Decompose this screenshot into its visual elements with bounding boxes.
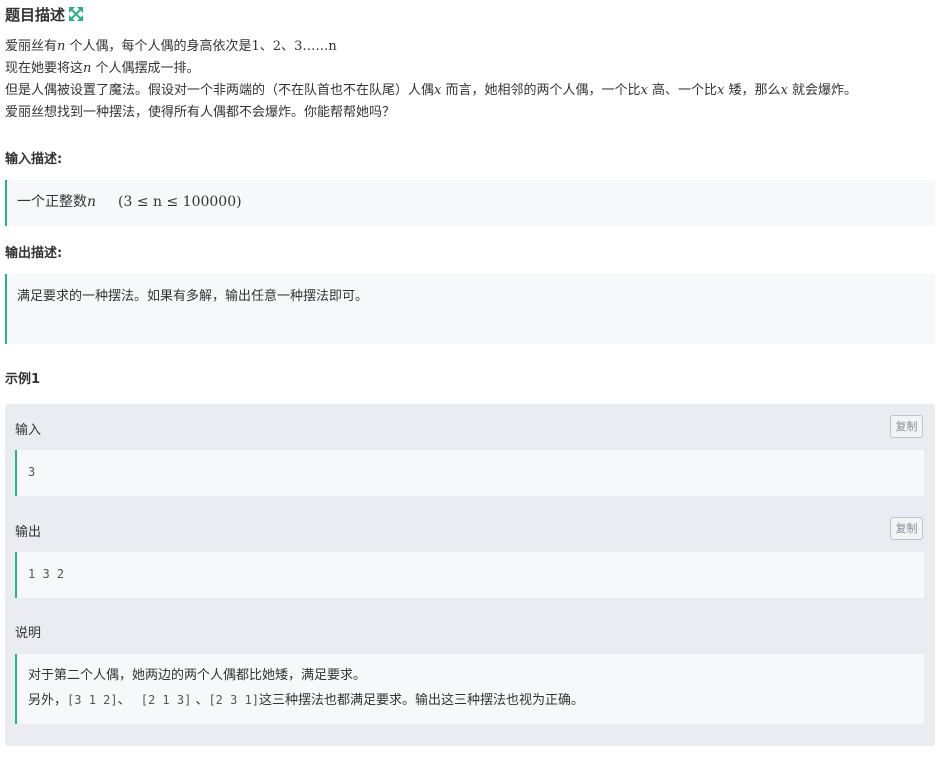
example-note-line-2: 另外，[3 1 2]、 [2 1 3] 、[2 3 1]这三种摆法也都满足要求。…	[28, 693, 585, 708]
example-block: 输入 复制 3 输出 复制 1 3 2 说明 对于第二个人偶，她两边的两个人偶都…	[5, 404, 935, 746]
example-input-value: 3	[28, 465, 36, 479]
example-note-line-1: 对于第二个人偶，她两边的两个人偶都比她矮，满足要求。	[28, 668, 367, 683]
example-output-label: 输出	[15, 525, 42, 540]
example-output-box: 1 3 2	[15, 552, 924, 598]
input-description-text: 一个正整数	[17, 194, 87, 210]
example-note-box: 对于第二个人偶，她两边的两个人偶都比她矮，满足要求。 另外，[3 1 2]、 […	[15, 654, 924, 724]
input-constraint: (3 ≤ n ≤ 100000)	[118, 194, 242, 210]
output-description-text: 满足要求的一种摆法。如果有多解，输出任意一种摆法即可。	[17, 289, 369, 304]
output-description-box: 满足要求的一种摆法。如果有多解，输出任意一种摆法即可。	[5, 274, 935, 344]
example-note-label: 说明	[15, 626, 42, 641]
input-description-box: 一个正整数n (3 ≤ n ≤ 100000)	[5, 180, 935, 226]
example-input-box: 3	[15, 450, 924, 496]
description-line-4: 爱丽丝想找到一种摆法，使得所有人偶都不会爆炸。你能帮帮她吗？	[5, 105, 396, 120]
example-title: 示例1	[5, 372, 41, 387]
description-line-2: 现在她要将这n 个人偶摆成一排。	[5, 61, 200, 76]
problem-header: 题目描述	[5, 4, 84, 24]
description-line-3: 但是人偶被设置了魔法。假设对一个非两端的（不在队首也不在队尾）人偶x 而言，她相…	[5, 83, 857, 98]
copy-input-button[interactable]: 复制	[890, 415, 923, 438]
output-section-label: 输出描述:	[5, 246, 63, 261]
problem-description: 爱丽丝有n 个人偶，每个人偶的身高依次是1、2、3……n 现在她要将这n 个人偶…	[5, 36, 935, 124]
example-input-label: 输入	[15, 423, 42, 438]
input-section-label: 输入描述:	[5, 152, 63, 167]
example-output-value: 1 3 2	[28, 567, 65, 581]
page-title: 题目描述	[5, 5, 66, 24]
copy-output-button[interactable]: 复制	[890, 517, 923, 540]
expand-icon[interactable]	[69, 7, 84, 21]
description-line-1: 爱丽丝有n 个人偶，每个人偶的身高依次是1、2、3……n	[5, 39, 337, 54]
